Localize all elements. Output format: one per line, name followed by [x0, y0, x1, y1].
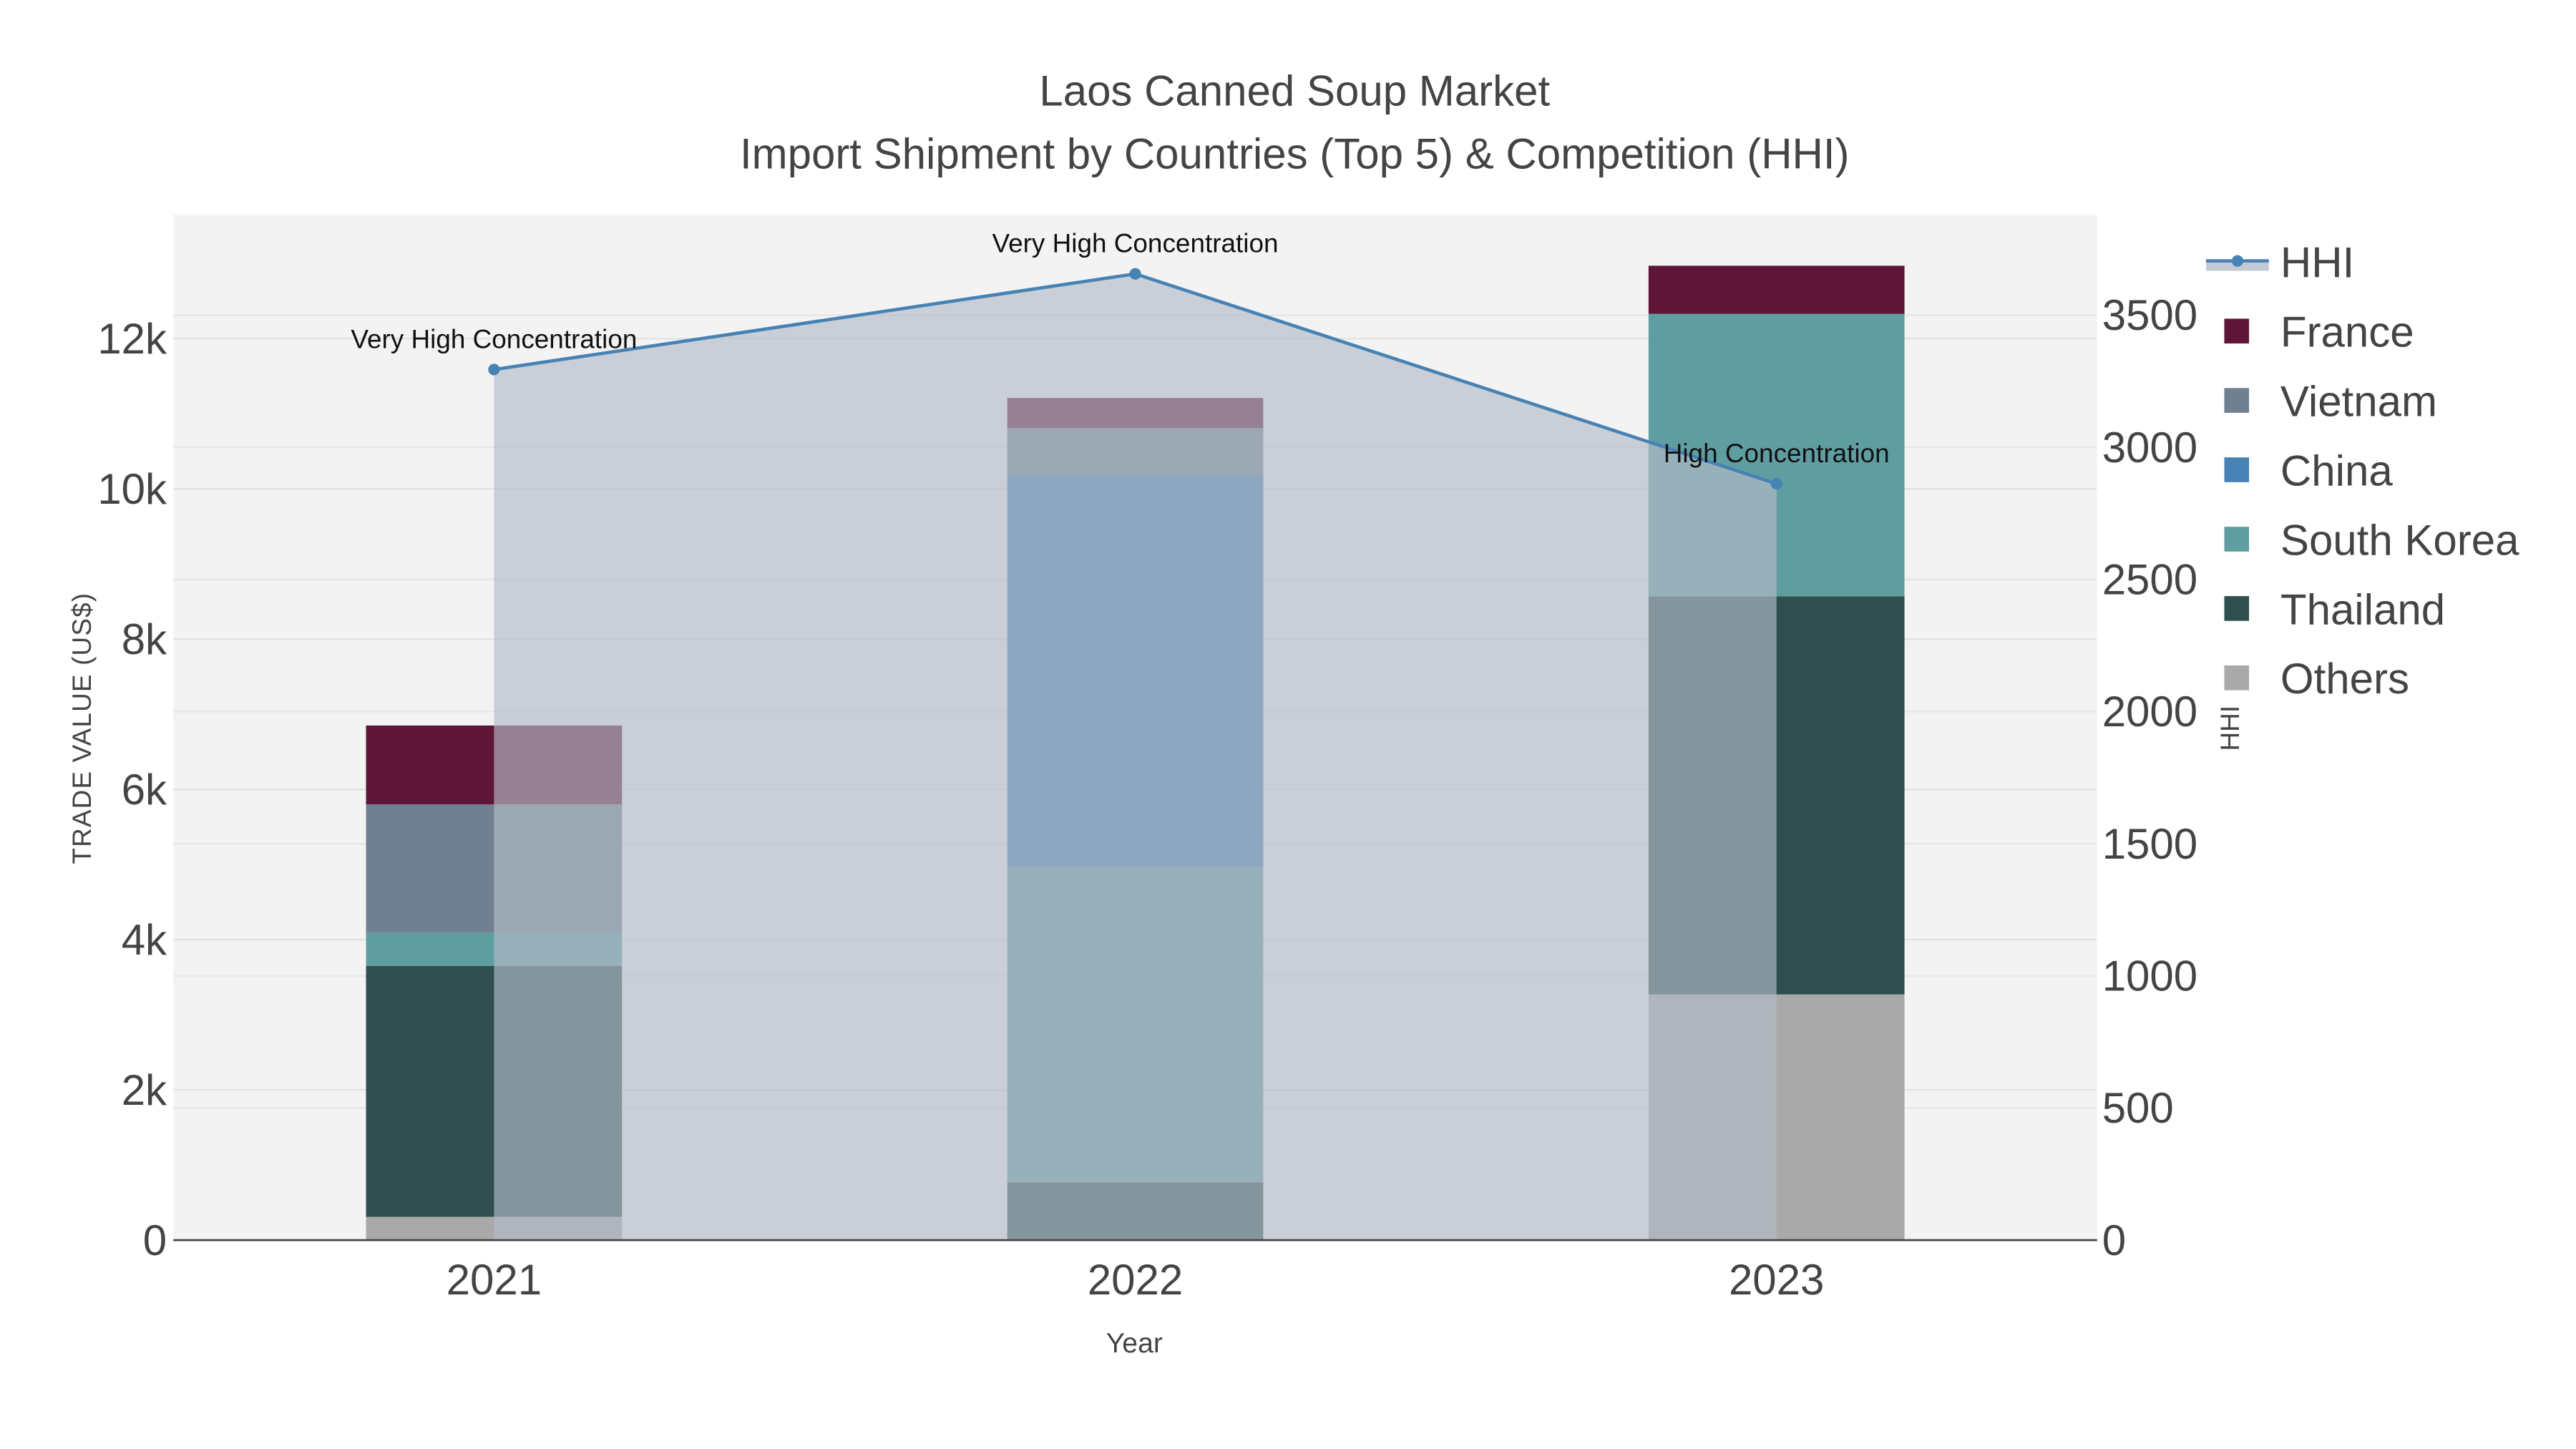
- bar-france-2023: [1648, 265, 1905, 314]
- x-tick-label: 2022: [1088, 1256, 1183, 1304]
- legend-label-vietnam: Vietnam: [2280, 378, 2437, 426]
- chart-subtitle: Import Shipment by Countries (Top 5) & C…: [740, 130, 1850, 177]
- y2-tick-label: 2000: [2102, 688, 2197, 736]
- y2-tick-label: 1500: [2102, 820, 2197, 868]
- legend-label-thailand: Thailand: [2280, 585, 2445, 633]
- hhi-point-2021: [488, 364, 500, 376]
- y2-tick-label: 0: [2102, 1216, 2126, 1264]
- y-tick-label: 0: [143, 1216, 167, 1264]
- legend-swatch-others: [2224, 665, 2250, 691]
- x-tick-label: 2021: [447, 1256, 542, 1304]
- hhi-annotation-2022: Very High Concentration: [992, 229, 1279, 258]
- chart: Very High Concentration Very High Concent…: [0, 0, 2576, 1449]
- hhi-point-2023: [1770, 477, 1782, 490]
- y2-tick-label: 500: [2102, 1084, 2174, 1132]
- y-tick-label: 4k: [122, 916, 167, 964]
- y-tick-label: 12k: [97, 315, 167, 363]
- legend-label-france: France: [2280, 308, 2414, 356]
- legend-label-south-korea: South Korea: [2280, 516, 2519, 564]
- hhi-annotation-2021: Very High Concentration: [351, 324, 637, 353]
- legend-swatch-thailand: [2224, 596, 2250, 621]
- y2-tick-label: 3500: [2102, 291, 2197, 339]
- y2-tick-label: 1000: [2102, 952, 2197, 1000]
- y-axis-label: TRADE VALUE (US$): [67, 592, 97, 864]
- legend-swatch-south-korea: [2224, 527, 2250, 552]
- legend-swatch-france: [2224, 318, 2250, 343]
- y2-tick-label: 3000: [2102, 424, 2197, 472]
- y2-axis-label: HHI: [2215, 706, 2245, 751]
- legend-hhi-marker: [2231, 255, 2243, 267]
- legend-swatch-vietnam: [2224, 388, 2250, 413]
- legend-label-hhi: HHI: [2280, 239, 2354, 287]
- legend-swatch-china: [2224, 457, 2250, 482]
- legend-label-china: China: [2280, 447, 2393, 494]
- legend-label-others: Others: [2280, 655, 2409, 703]
- x-axis-label: Year: [1106, 1327, 1163, 1359]
- hhi-point-2022: [1129, 268, 1141, 280]
- chart-title: Laos Canned Soup Market: [1039, 67, 1550, 115]
- y-tick-label: 10k: [97, 465, 167, 513]
- y-tick-label: 8k: [122, 615, 167, 663]
- x-tick-label: 2023: [1729, 1256, 1824, 1304]
- y-tick-label: 2k: [122, 1066, 167, 1114]
- y2-tick-label: 2500: [2102, 555, 2197, 603]
- y-tick-label: 6k: [122, 766, 167, 814]
- hhi-annotation-2023: High Concentration: [1664, 439, 1890, 468]
